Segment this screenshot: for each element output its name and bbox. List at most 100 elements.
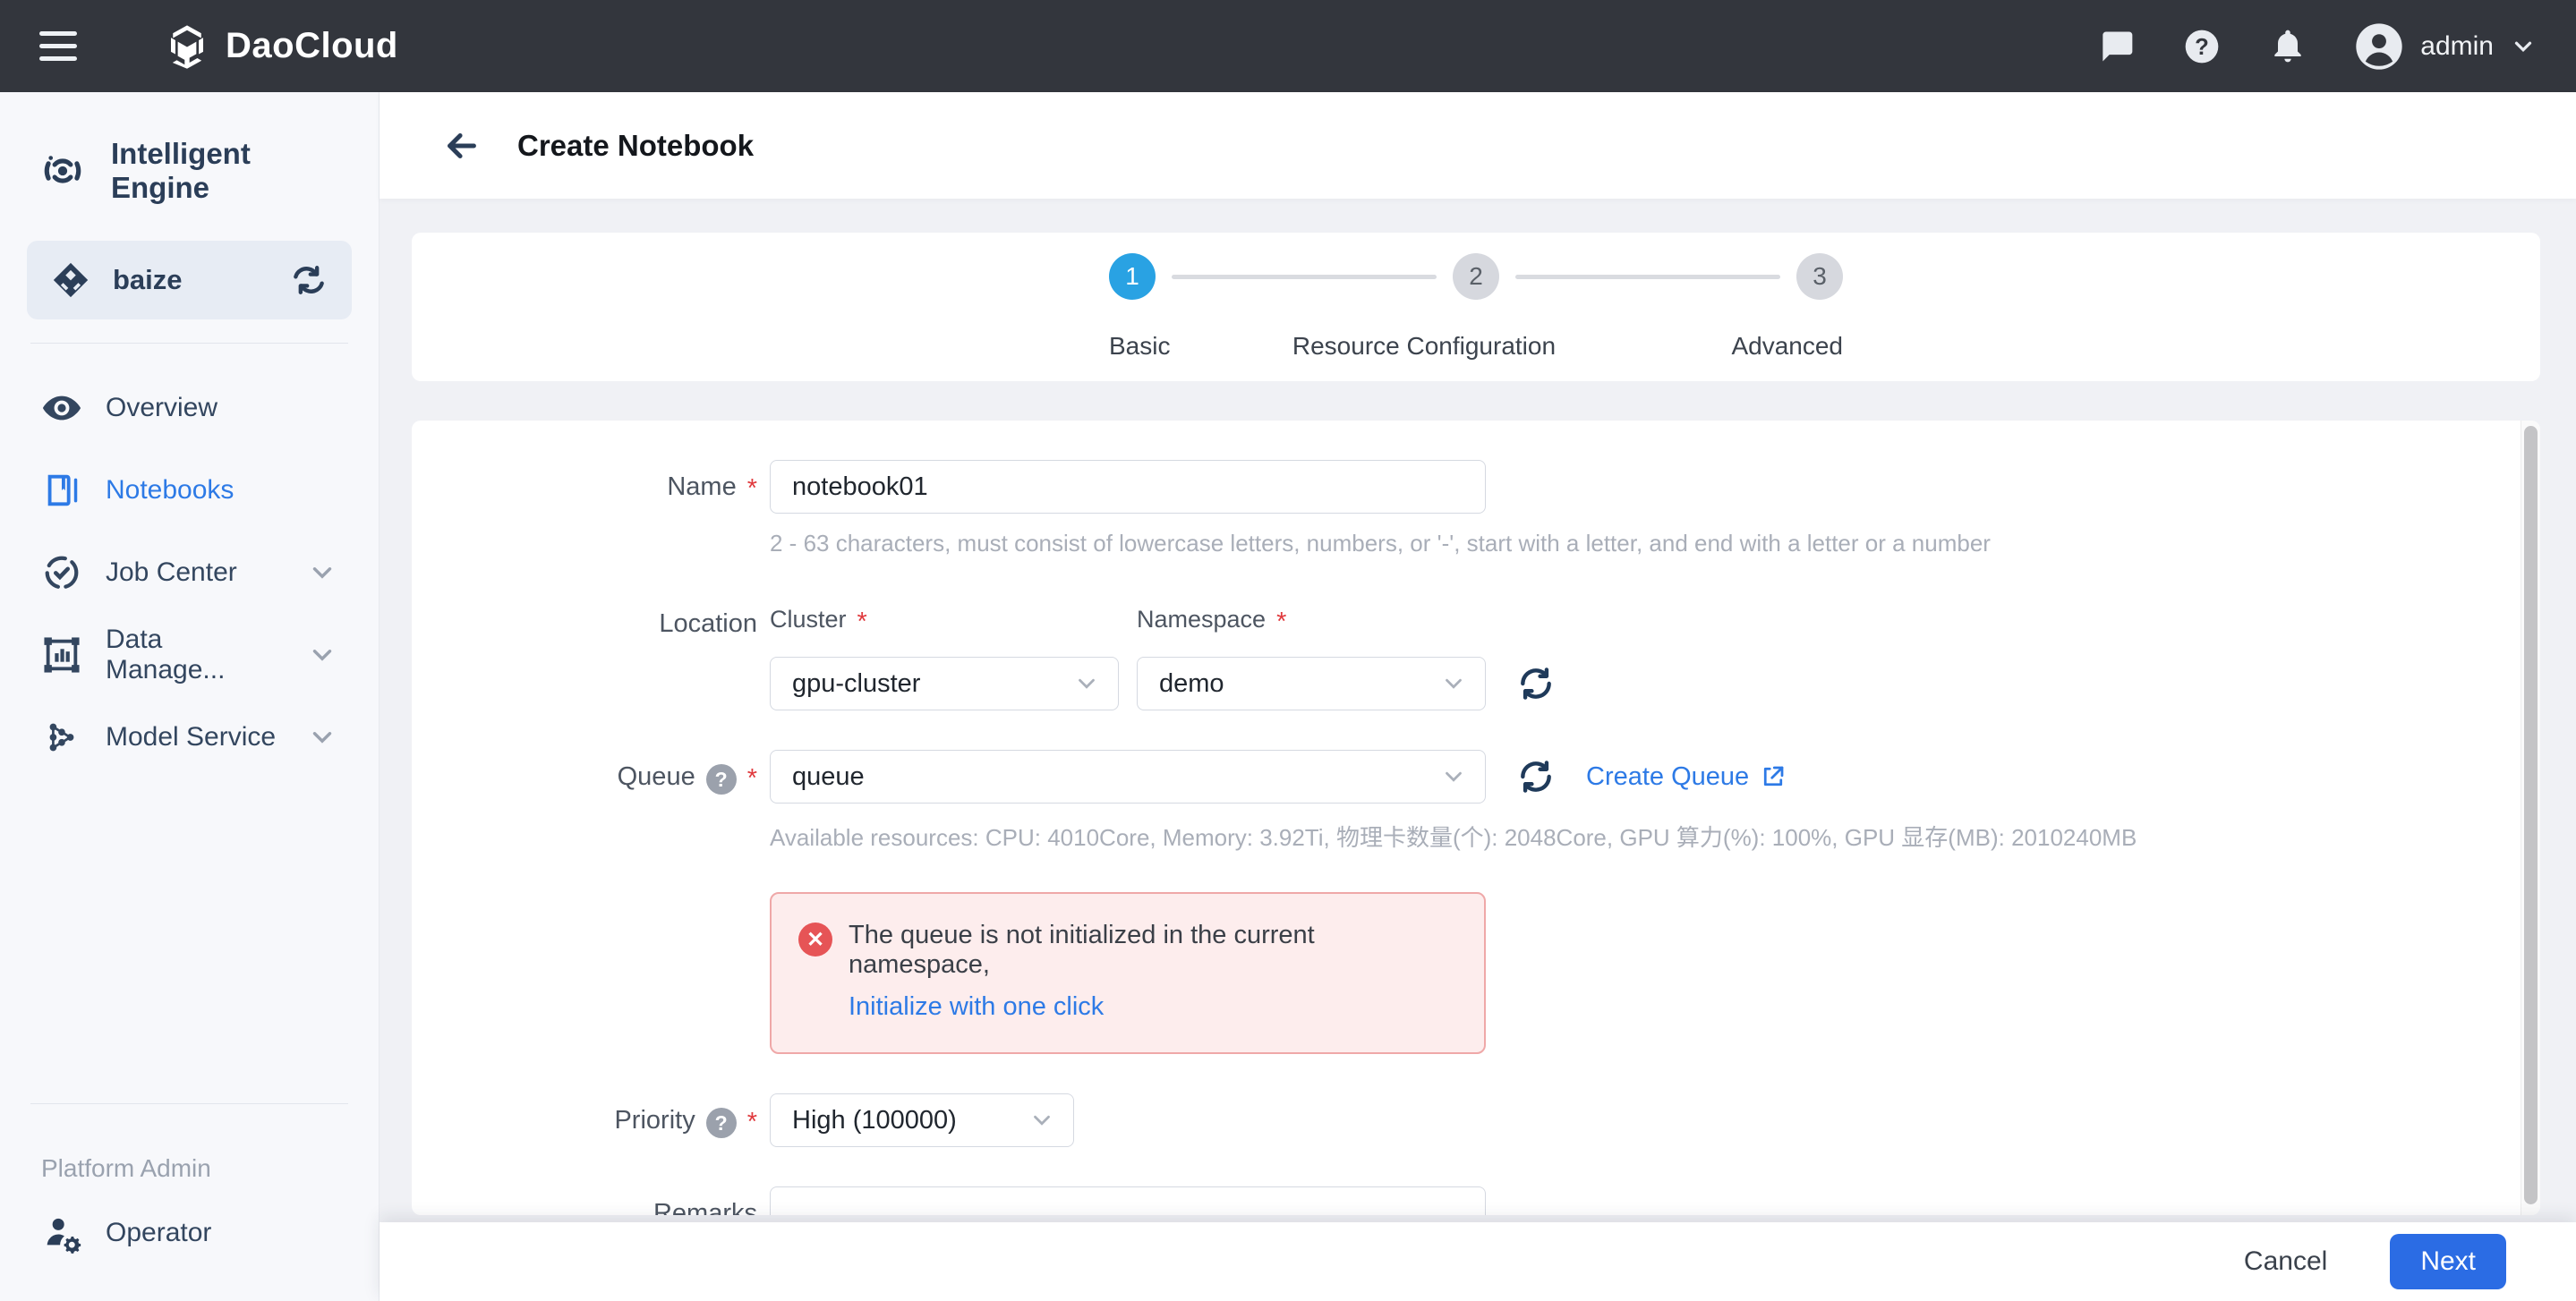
chevron-down-icon (2510, 33, 2537, 60)
intelligent-engine-icon (38, 146, 88, 196)
notebook-icon (41, 470, 82, 511)
initialize-queue-link[interactable]: Initialize with one click (849, 992, 1457, 1022)
error-text: The queue is not initialized in the curr… (849, 921, 1457, 980)
create-queue-link-label: Create Queue (1586, 762, 1749, 792)
namespace-select-value: demo (1159, 669, 1440, 699)
name-helper-text: 2 - 63 characters, must consist of lower… (770, 530, 2540, 557)
footer-action-bar: Cancel Next (380, 1222, 2576, 1301)
cluster-select[interactable]: gpu-cluster (770, 657, 1119, 710)
sidebar-item-data-management[interactable]: Data Manage... (27, 614, 352, 696)
remarks-textarea[interactable] (770, 1186, 1486, 1215)
chevron-down-icon (307, 640, 337, 670)
required-marker: * (747, 472, 757, 504)
namespace-select[interactable]: demo (1137, 657, 1486, 710)
sidebar-item-label: Model Service (106, 722, 284, 753)
scrollbar[interactable] (2521, 421, 2540, 1215)
workspace-icon (50, 259, 91, 301)
job-center-icon (41, 552, 82, 593)
refresh-queue-icon[interactable] (1516, 757, 1556, 796)
chevron-down-icon (307, 557, 337, 588)
step-2-circle: 2 (1453, 253, 1499, 300)
chevron-down-icon (1440, 670, 1467, 697)
required-marker: * (747, 1106, 757, 1137)
queue-row: Queue ? * queue (412, 750, 2540, 1054)
priority-select[interactable]: High (100000) (770, 1093, 1074, 1147)
step-3-circle: 3 (1796, 253, 1843, 300)
user-name: admin (2420, 31, 2494, 62)
brand-name: DaoCloud (226, 26, 398, 66)
scrollbar-thumb[interactable] (2524, 426, 2538, 1204)
daocloud-logo-icon (163, 22, 211, 71)
name-label: Name (667, 472, 736, 502)
switch-workspace-icon[interactable] (289, 260, 328, 300)
menu-toggle-icon[interactable] (39, 31, 77, 61)
platform-admin-section-label: Platform Admin (27, 1127, 352, 1192)
back-arrow-icon[interactable] (439, 123, 485, 169)
chevron-down-icon (1440, 763, 1467, 790)
workspace-selector[interactable]: baize (27, 241, 352, 319)
queue-label: Queue (618, 762, 695, 792)
name-input[interactable] (770, 460, 1486, 514)
location-row: Location Cluster * gpu-cluster (412, 606, 2540, 710)
priority-label: Priority (614, 1106, 695, 1135)
queue-help-icon[interactable]: ? (706, 764, 737, 795)
sidebar-item-label: Notebooks (106, 475, 337, 506)
step-1-circle: 1 (1109, 253, 1156, 300)
remarks-label: Remarks (653, 1199, 757, 1215)
refresh-namespace-icon[interactable] (1516, 664, 1556, 710)
main-content: Create Notebook 1 2 3 Basic Resource Con… (380, 92, 2576, 1301)
product-header: Intelligent Engine (27, 130, 352, 241)
create-queue-link[interactable]: Create Queue (1586, 762, 1787, 792)
brand[interactable]: DaoCloud (163, 22, 398, 71)
sidebar-item-overview[interactable]: Overview (27, 367, 352, 449)
sidebar-item-label: Operator (106, 1218, 337, 1248)
name-row: Name * 2 - 63 characters, must consist o… (412, 460, 2540, 557)
external-link-icon (1760, 763, 1787, 790)
cluster-select-value: gpu-cluster (792, 669, 1073, 699)
next-button[interactable]: Next (2390, 1234, 2506, 1289)
cancel-button[interactable]: Cancel (2244, 1246, 2327, 1277)
operator-icon (41, 1212, 82, 1254)
location-label: Location (659, 609, 757, 639)
svg-text:?: ? (2195, 35, 2209, 60)
product-title: Intelligent Engine (111, 137, 341, 205)
sidebar-item-job-center[interactable]: Job Center (27, 531, 352, 614)
priority-help-icon[interactable]: ? (706, 1108, 737, 1138)
sidebar-item-operator[interactable]: Operator (27, 1192, 352, 1274)
basic-form-card: Name * 2 - 63 characters, must consist o… (412, 421, 2540, 1215)
step-3-label: Advanced (1731, 332, 1843, 361)
page-title: Create Notebook (517, 129, 754, 163)
stepper-card: 1 2 3 Basic Resource Configuration Advan… (412, 233, 2540, 381)
sidebar: Intelligent Engine baize Overview Notebo… (0, 92, 380, 1301)
eye-icon (41, 387, 82, 429)
divider (30, 343, 348, 344)
sidebar-item-label: Overview (106, 393, 337, 423)
step-2-label: Resource Configuration (1292, 332, 1556, 361)
available-resources-text: Available resources: CPU: 4010Core, Memo… (770, 820, 2540, 853)
namespace-label: Namespace (1137, 606, 1266, 637)
stepper: 1 2 3 Basic Resource Configuration Advan… (1109, 253, 1843, 361)
data-management-icon (41, 634, 82, 676)
queue-select[interactable]: queue (770, 750, 1486, 804)
workspace-name: baize (113, 264, 268, 296)
help-icon[interactable]: ? (2182, 27, 2222, 66)
error-x-icon: ✕ (798, 923, 832, 957)
messages-icon[interactable] (2096, 27, 2136, 66)
priority-row: Priority ? * High (100000) (412, 1093, 2540, 1147)
step-connector (1515, 275, 1780, 279)
chevron-down-icon (1073, 670, 1100, 697)
notifications-bell-icon[interactable] (2268, 27, 2307, 66)
top-header: DaoCloud ? admin (0, 0, 2576, 92)
user-menu[interactable]: admin (2354, 21, 2537, 72)
divider (30, 1103, 348, 1104)
required-marker: * (1276, 606, 1286, 637)
page-header: Create Notebook (380, 92, 2576, 199)
remarks-row: Remarks (412, 1186, 2540, 1215)
step-connector (1172, 275, 1437, 279)
chevron-down-icon (1028, 1107, 1055, 1134)
avatar (2354, 21, 2404, 72)
required-marker: * (857, 606, 867, 637)
sidebar-item-model-service[interactable]: Model Service (27, 696, 352, 778)
sidebar-item-label: Data Manage... (106, 625, 284, 685)
sidebar-item-notebooks[interactable]: Notebooks (27, 449, 352, 531)
